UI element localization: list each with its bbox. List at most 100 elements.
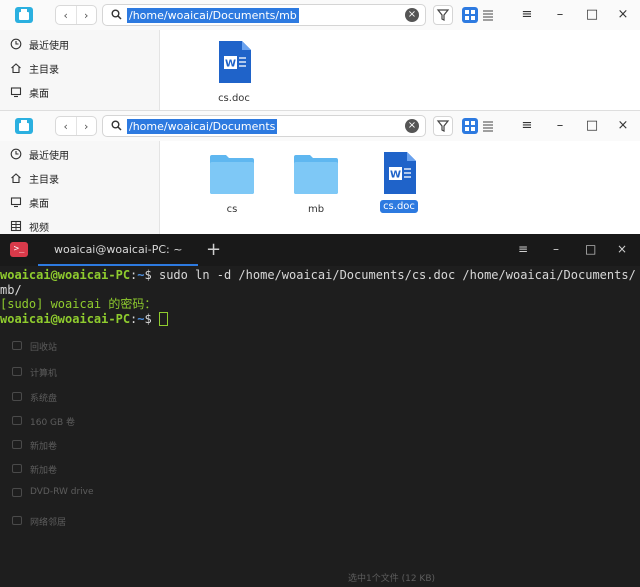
terminal-cursor — [158, 311, 168, 326]
trash-icon — [12, 341, 22, 350]
terminal-line: mb/ — [0, 283, 640, 298]
terminal-app-icon: >_ — [10, 242, 28, 257]
video-icon — [10, 220, 22, 232]
sidebar: 最近使用 主目录 桌面 视频 — [0, 141, 160, 235]
folder-icon — [210, 155, 254, 194]
list-icon — [483, 121, 493, 132]
clear-icon[interactable]: × — [405, 119, 419, 133]
prompt-user: woaicai@woaicai-PC — [0, 311, 131, 326]
close-icon[interactable]: × — [616, 119, 630, 133]
sidebar-item-home[interactable]: 主目录 — [10, 58, 59, 78]
sudo-password-prompt: [sudo] woaicai 的密码： — [0, 297, 157, 311]
maximize-icon[interactable]: □ — [585, 242, 596, 256]
disk-icon — [12, 416, 22, 425]
desktop-icon — [10, 87, 22, 98]
minimize-icon[interactable]: – — [553, 8, 567, 22]
sidebar-item-label: 最近使用 — [29, 150, 69, 162]
address-bar[interactable]: /home/woaicai/Documents/mb × — [102, 4, 426, 26]
ghost-label: 计算机 — [30, 369, 58, 379]
file-name: cs.doc — [218, 93, 250, 104]
clock-icon — [10, 148, 22, 160]
titlebar: ‹ › /home/woaicai/Documents × ≡ – □ × — [0, 111, 640, 141]
file-name: cs — [226, 204, 238, 215]
icon-view-button[interactable] — [462, 118, 478, 134]
file-item[interactable]: W cs.doc — [214, 40, 254, 105]
history-nav: ‹ › — [55, 5, 97, 25]
terminal-line: woaicai@woaicai-PC:~$ sudo ln -d /home/w… — [0, 268, 640, 283]
command-text: $ sudo ln -d /home/woaicai/Documents/cs.… — [144, 268, 636, 282]
grid-icon — [465, 10, 475, 20]
folder-item[interactable]: mb — [292, 153, 340, 216]
prompt-path: ~ — [137, 268, 145, 282]
icon-view-button[interactable] — [462, 7, 478, 23]
sidebar-item-label: 主目录 — [29, 64, 59, 76]
word-document-icon: W — [219, 41, 251, 83]
sidebar-item-videos[interactable]: 视频 — [10, 216, 49, 236]
word-document-icon: W — [384, 152, 416, 194]
terminal-tabbar: >_ woaicai@woaicai-PC: ~ + ≡ – □ × — [0, 234, 640, 266]
sidebar-item-recent[interactable]: 最近使用 — [10, 34, 69, 54]
home-icon — [11, 173, 21, 184]
terminal-tab[interactable]: woaicai@woaicai-PC: ~ — [38, 234, 198, 266]
sidebar-item-desktop[interactable]: 桌面 — [10, 192, 49, 212]
command-text-wrap: mb/ — [0, 282, 22, 297]
disk-icon — [12, 440, 22, 449]
maximize-icon[interactable]: □ — [585, 119, 599, 133]
clock-icon — [10, 38, 22, 50]
list-view-button[interactable] — [480, 118, 496, 134]
folder-item[interactable]: cs — [208, 153, 256, 216]
filter-button[interactable] — [433, 5, 453, 25]
menu-icon[interactable]: ≡ — [520, 8, 534, 22]
search-icon — [111, 120, 122, 131]
file-manager-app-icon — [15, 7, 33, 23]
ghost-status: 选中1个文件 (12 KB) — [348, 574, 435, 584]
sidebar-item-label: 主目录 — [29, 174, 59, 186]
forward-button[interactable]: › — [75, 6, 97, 24]
home-icon — [11, 63, 21, 74]
ghost-label: 网络邻居 — [30, 518, 67, 528]
minimize-icon[interactable]: – — [553, 242, 559, 256]
new-tab-icon[interactable]: + — [206, 239, 221, 260]
file-item-selected[interactable]: W cs.doc — [378, 151, 420, 213]
address-path[interactable]: /home/woaicai/Documents — [127, 119, 278, 134]
network-icon — [12, 516, 22, 525]
prompt-dollar: $ — [144, 311, 159, 326]
back-button[interactable]: ‹ — [56, 6, 76, 24]
ghost-label: 新加卷 — [30, 442, 58, 452]
grid-icon — [465, 121, 475, 131]
ghost-label: 新加卷 — [30, 466, 58, 476]
desktop-icon — [10, 197, 22, 208]
prompt-user: woaicai@woaicai-PC — [0, 268, 131, 282]
optical-drive-icon — [12, 488, 22, 497]
address-path[interactable]: /home/woaicai/Documents/mb — [127, 8, 299, 23]
minimize-icon[interactable]: – — [553, 119, 567, 133]
sidebar-item-desktop[interactable]: 桌面 — [10, 82, 49, 102]
computer-icon — [12, 367, 22, 376]
terminal-output[interactable]: woaicai@woaicai-PC:~$ sudo ln -d /home/w… — [0, 268, 640, 326]
close-icon[interactable]: × — [617, 242, 627, 256]
close-icon[interactable]: × — [616, 8, 630, 22]
filter-button[interactable] — [433, 116, 453, 136]
sidebar-item-recent[interactable]: 最近使用 — [10, 144, 69, 164]
file-name: cs.doc — [380, 200, 418, 213]
list-icon — [483, 10, 493, 21]
maximize-icon[interactable]: □ — [585, 8, 599, 22]
file-manager-app-icon — [15, 118, 33, 134]
clear-icon[interactable]: × — [405, 8, 419, 22]
file-manager-window-back: ‹ › /home/woaicai/Documents/mb × ≡ – □ ×… — [0, 0, 640, 112]
address-bar[interactable]: /home/woaicai/Documents × — [102, 115, 426, 137]
list-view-button[interactable] — [480, 7, 496, 23]
sidebar-item-label: 视频 — [29, 222, 49, 234]
history-nav: ‹ › — [55, 116, 97, 136]
menu-icon[interactable]: ≡ — [518, 242, 528, 256]
terminal-line: woaicai@woaicai-PC:~$ — [0, 311, 640, 327]
back-button[interactable]: ‹ — [56, 117, 76, 135]
terminal-window: >_ woaicai@woaicai-PC: ~ + ≡ – □ × 回收站 计… — [0, 234, 640, 587]
sidebar-item-home[interactable]: 主目录 — [10, 168, 59, 188]
ghost-label: 系统盘 — [30, 394, 58, 404]
forward-button[interactable]: › — [75, 117, 97, 135]
sidebar-item-label: 桌面 — [29, 198, 49, 210]
ghost-label: 回收站 — [30, 343, 58, 353]
menu-icon[interactable]: ≡ — [520, 119, 534, 133]
svg-text:W: W — [225, 59, 236, 70]
